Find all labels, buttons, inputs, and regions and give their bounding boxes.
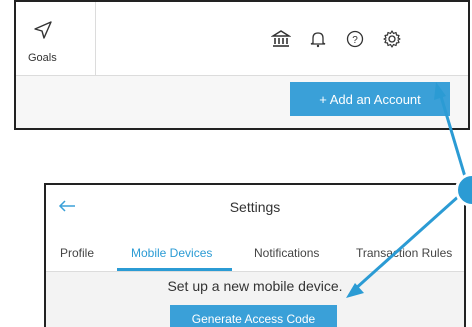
active-tab-indicator: [117, 268, 232, 271]
generate-access-code-button[interactable]: Generate Access Code: [170, 305, 337, 327]
app-header-panel: Goals ? + Add an Account: [14, 0, 470, 130]
bell-icon[interactable]: [308, 29, 328, 49]
nav-item-goals-label: Goals: [28, 52, 57, 64]
settings-header: Settings: [46, 185, 464, 235]
help-icon[interactable]: ?: [345, 29, 365, 49]
svg-text:?: ?: [352, 35, 358, 46]
navigation-arrow-icon: [34, 21, 52, 39]
add-account-button[interactable]: + Add an Account: [290, 82, 450, 116]
top-icon-group: ?: [271, 29, 402, 49]
nav-item-goals[interactable]: Goals: [16, 2, 96, 75]
tab-notifications[interactable]: Notifications: [254, 246, 319, 260]
page-title: Settings: [229, 199, 281, 215]
bank-icon[interactable]: [271, 29, 291, 49]
settings-tabs: Profile Mobile Devices Notifications Tra…: [46, 234, 464, 272]
gear-icon[interactable]: [382, 29, 402, 49]
top-nav-bar: Goals ?: [16, 2, 468, 76]
settings-panel: Settings Profile Mobile Devices Notifica…: [44, 183, 466, 327]
tab-transaction-rules[interactable]: Transaction Rules: [356, 246, 452, 260]
mobile-setup-heading: Set up a new mobile device.: [167, 278, 343, 294]
mobile-devices-content: Set up a new mobile device. Generate Acc…: [46, 272, 464, 327]
tab-profile[interactable]: Profile: [60, 246, 94, 260]
tab-mobile-devices[interactable]: Mobile Devices: [131, 246, 212, 260]
